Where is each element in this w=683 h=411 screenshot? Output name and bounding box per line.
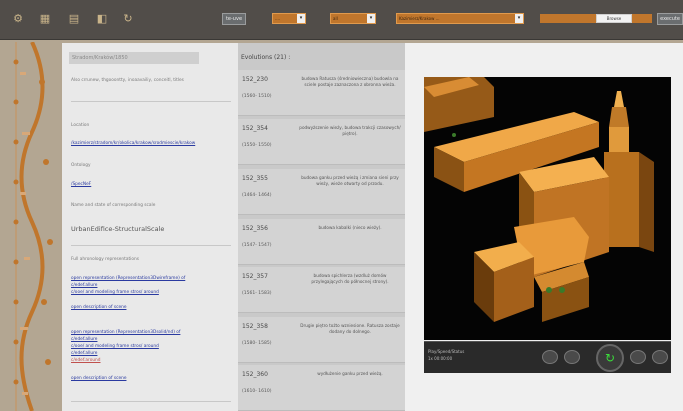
location-select[interactable]: Kazimierz/Krakow ... ▾ [396,13,524,24]
evolution-description: podwyższenie wieży, budowa trakcji czaso… [299,125,401,136]
evolution-description: budowa Ratusza (średniowieczna) budowla … [301,76,399,87]
3d-viewer[interactable] [424,77,671,340]
evolution-row[interactable]: 152_355 (1464- 1464) budowa ganku przed … [238,169,405,215]
full-repr-label: Full ahronology representations [71,257,139,262]
viewer-controls: Play/Speed/Status 1x 00:00:00 ↻ [424,341,671,373]
evolution-row[interactable]: 152_354 (1550- 1550) podwyższenie wieży,… [238,119,405,165]
evolution-years: (1580- 1585) [242,341,272,346]
controls-status-label: Play/Speed/Status [428,349,465,354]
repr1-link[interactable]: c/edef.allure [71,283,97,289]
evolutions-header: Evolutions (21) : [241,54,291,61]
evolution-row[interactable]: 152_360 (1610- 1610) wydłużenie ganku pr… [238,365,405,411]
repr2-description-link[interactable]: open description of scene [71,376,126,382]
info-panel: Stradom/Kraków/1850 Also crrunew, thgooo… [62,43,238,411]
scale-label: Name and state of corresponding scale [71,203,156,208]
evolution-id: 152_360 [242,371,268,378]
grid-icon[interactable]: ▦ [38,13,52,25]
evolution-id: 152_355 [242,175,268,182]
evolution-id: 152_358 [242,323,268,330]
repr1-description-link[interactable]: open description of scene [71,305,126,311]
repr2-link[interactable]: c/ooe/ and modeling frame stros/ around [71,344,159,350]
filter-select-1-value: .... [275,16,281,21]
evolution-description: Drugie piętro tożto wzniesione. Ratusza … [300,323,400,334]
browse-input[interactable]: Browse [596,14,632,23]
3d-model-render [424,77,654,322]
evolution-id: 152_357 [242,273,268,280]
step-forward-button[interactable] [630,350,646,364]
mode-button[interactable]: te-uve [222,13,246,25]
evolution-row[interactable]: 152_357 (1561- 1583) budowa spichlerza (… [238,267,405,313]
execute-button[interactable]: execute [657,13,683,25]
refresh-icon[interactable]: ↻ [121,13,135,25]
location-link[interactable]: /kazimierz/stradom/kr/okolica/krakow/sro… [71,141,195,147]
top-toolbar: ⚙ ▦ ▤ ◧ ↻ te-uve .... ▾ all ▾ Kazimierz/… [0,0,683,40]
layers-icon[interactable]: ◧ [95,13,109,25]
evolutions-list: Evolutions (21) : 152_230 (1560- 1510) b… [238,43,405,411]
location-label: Location [71,123,90,128]
evolution-years: (1550- 1550) [242,143,272,148]
evolution-row[interactable]: 152_358 (1580- 1585) Drugie piętro tożto… [238,317,405,363]
evolution-description: budowa kabalki (nieco wieży). [318,225,382,230]
divider [71,401,231,402]
search-bar-bg [540,14,596,23]
repr2-link[interactable]: c/edef.allure [71,337,97,343]
scale-value: UrbanEdifice-StructuralScale [71,225,165,233]
filter-select-2-value: all [333,16,338,21]
chevron-down-icon: ▾ [297,14,305,23]
evolution-years: (1610- 1610) [242,389,272,394]
evolution-id: 152_356 [242,225,268,232]
repr2-link-visited[interactable]: c/edef.around [71,358,101,364]
evolution-description: wydłużenie ganku przed wieżą. [317,371,383,376]
ontology-label: Ontology [71,163,91,168]
evolution-row[interactable]: 152_230 (1560- 1510) budowa Ratusza (śre… [238,70,405,116]
controls-time-label: 1x 00:00:00 [428,356,453,361]
filter-select-1[interactable]: .... ▾ [272,13,306,24]
chevron-down-icon: ▾ [515,14,523,23]
evolution-years: (1560- 1510) [242,94,272,99]
evolution-id: 152_230 [242,76,268,83]
fast-forward-button[interactable] [652,350,668,364]
evolution-years: (1561- 1583) [242,291,272,296]
gear-icon[interactable]: ⚙ [11,13,25,25]
object-subtitle: Also crrunew, thgooontty, inoaavailiy, c… [71,78,184,83]
search-bar-bg-right [632,14,652,23]
evolution-years: (1547- 1547) [242,243,272,248]
document-icon[interactable]: ▤ [67,13,81,25]
evolution-id: 152_354 [242,125,268,132]
repr2-link[interactable]: c/edef.allure [71,351,97,357]
rewind-button[interactable] [542,350,558,364]
location-select-value: Kazimierz/Krakow ... [399,16,440,21]
filter-select-2[interactable]: all ▾ [330,13,376,24]
evolution-description: budowa ganku przed wieżą i zmiana sieni … [301,175,399,186]
play-icon[interactable]: ↻ [596,344,624,372]
object-title-field[interactable]: Stradom/Kraków/1850 [69,52,199,64]
divider [71,245,231,246]
repr1-link[interactable]: c/ooe/ and modeling frame stros/ around [71,290,159,296]
timeline-strip [13,42,53,411]
repr2-link[interactable]: open representation (Representation3Dsol… [71,330,180,336]
evolution-years: (1464- 1464) [242,193,272,198]
repr1-link[interactable]: open representation (Representation3Dwir… [71,276,185,282]
evolution-description: budowa spichlerza (wzdluż domów przylega… [311,273,389,284]
ontology-link[interactable]: /SpecNeF [71,182,91,188]
step-back-button[interactable] [564,350,580,364]
evolution-row[interactable]: 152_356 (1547- 1547) budowa kabalki (nie… [238,219,405,265]
divider [71,101,231,102]
chevron-down-icon: ▾ [367,14,375,23]
